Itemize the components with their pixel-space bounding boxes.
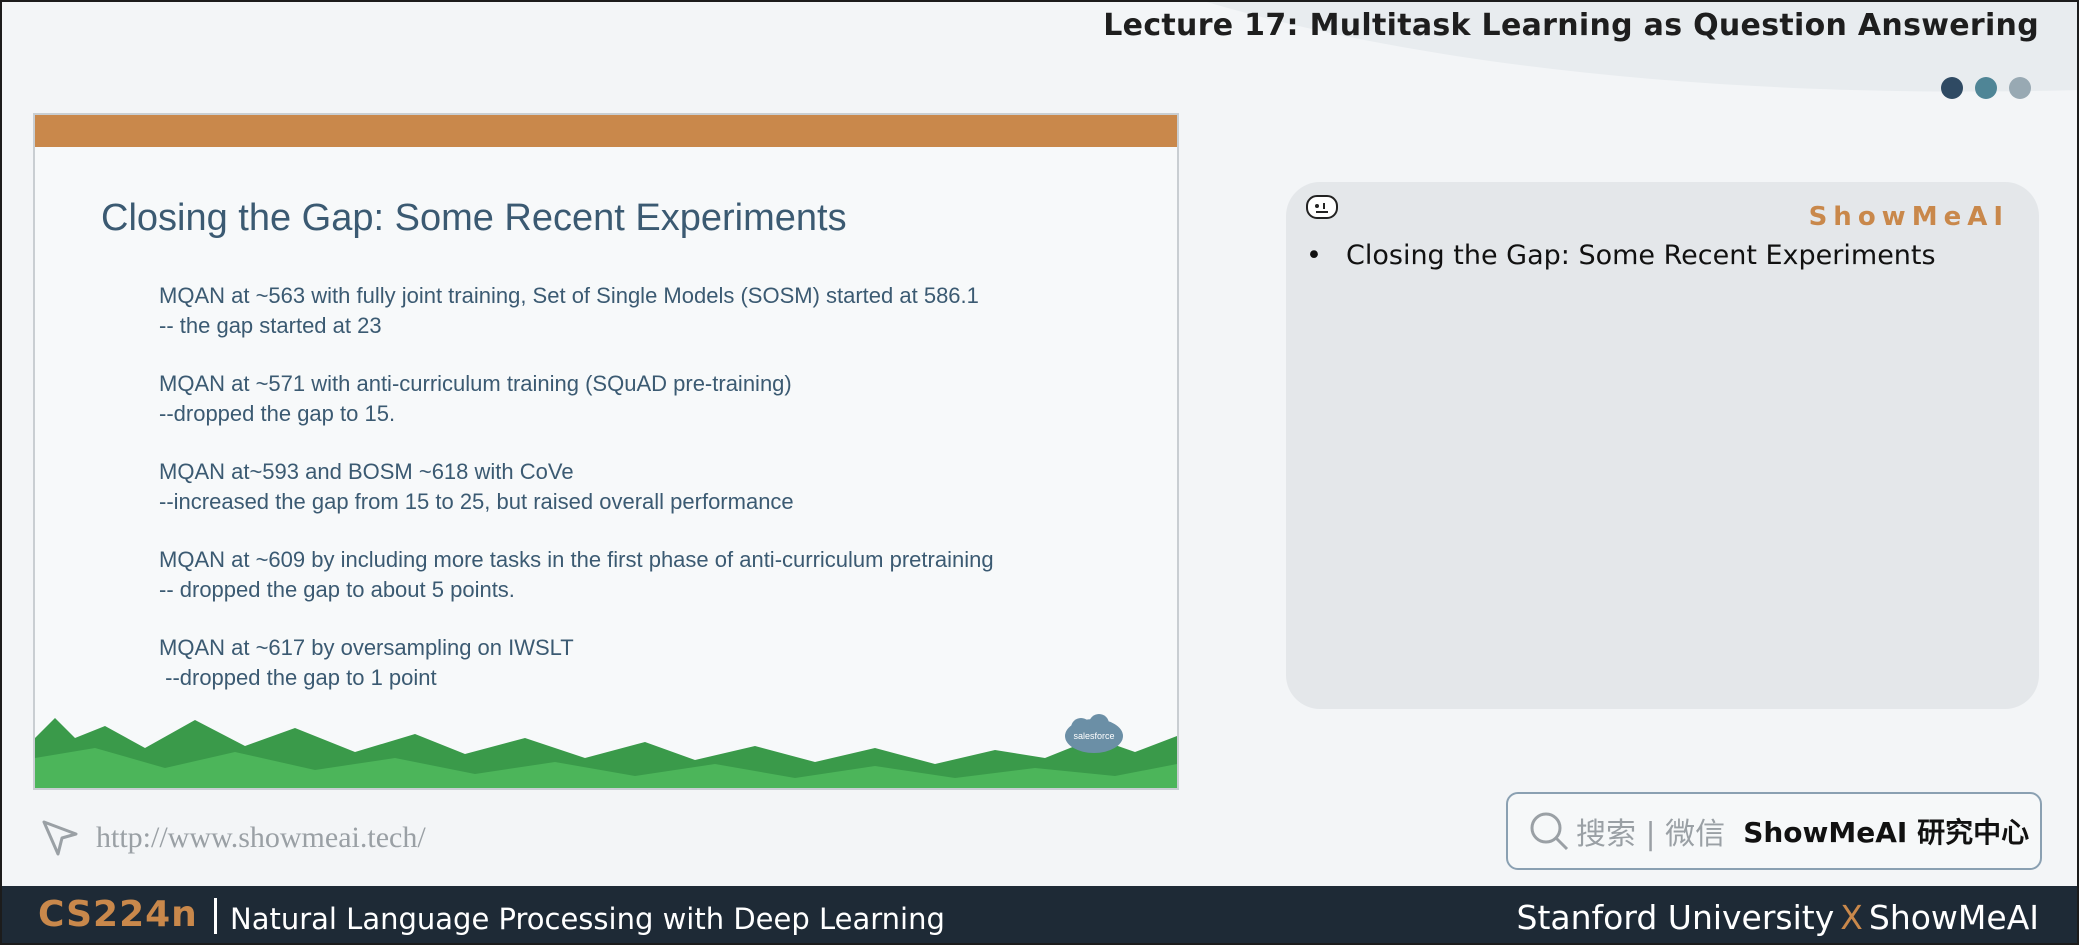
url-link[interactable]: http://www.showmeai.tech/	[96, 821, 426, 855]
cursor-icon	[42, 820, 78, 856]
notes-brand: ShowMeAI	[1808, 202, 2009, 232]
bullet-line: MQAN at~593 and BOSM ~618 with CoVe	[159, 459, 574, 484]
footer-divider	[214, 898, 217, 934]
footer-org-right: ShowMeAI	[1868, 898, 2039, 937]
notes-panel: ShowMeAI • Closing the Gap: Some Recent E…	[1286, 182, 2039, 709]
svg-text:salesforce: salesforce	[1073, 731, 1114, 741]
bullet-line: MQAN at ~571 with anti-curriculum traini…	[159, 371, 792, 396]
search-placeholder: 搜索 | 微信	[1576, 817, 1726, 852]
bullet-icon: •	[1306, 240, 1322, 271]
slide-bullet: MQAN at ~617 by oversampling on IWSLT --…	[159, 633, 1119, 693]
robot-icon	[1306, 195, 1338, 219]
slide-accent-bar	[35, 115, 1177, 147]
bullet-line: --increased the gap from 15 to 25, but r…	[159, 489, 794, 514]
slide-bullet: MQAN at~593 and BOSM ~618 with CoVe --in…	[159, 457, 1119, 517]
bullet-line: MQAN at ~609 by including more tasks in …	[159, 547, 994, 572]
notes-item-text: Closing the Gap: Some Recent Experiments	[1346, 240, 1936, 271]
search-box[interactable]: 搜索 | 微信 ShowMeAI 研究中心	[1506, 792, 2042, 870]
dot-3	[2009, 77, 2031, 99]
slide-bullet: MQAN at ~571 with anti-curriculum traini…	[159, 369, 1119, 429]
bullet-line: --dropped the gap to 1 point	[159, 665, 437, 690]
salesforce-logo: salesforce	[1065, 714, 1123, 753]
course-code: CS224n	[38, 894, 198, 935]
notes-item: • Closing the Gap: Some Recent Experiment…	[1306, 240, 1936, 271]
footer-bar: CS224n Natural Language Processing with …	[0, 886, 2079, 945]
bullet-line: MQAN at ~563 with fully joint training, …	[159, 283, 979, 308]
footer-org-left: Stanford University	[1516, 898, 1835, 937]
page-dots	[1941, 77, 2031, 99]
slide-image: Closing the Gap: Some Recent Experiments…	[33, 113, 1179, 790]
footer-x: X	[1840, 898, 1863, 937]
search-brand: ShowMeAI 研究中心	[1743, 816, 2030, 849]
bullet-line: --dropped the gap to 15.	[159, 401, 396, 426]
slide-title: Closing the Gap: Some Recent Experiments	[101, 197, 847, 239]
slide-bullet: MQAN at ~609 by including more tasks in …	[159, 545, 1119, 605]
bullet-line: -- dropped the gap to about 5 points.	[159, 577, 515, 602]
bullet-line: MQAN at ~617 by oversampling on IWSLT	[159, 635, 574, 660]
dot-2	[1975, 77, 1997, 99]
slide-bullet: MQAN at ~563 with fully joint training, …	[159, 281, 1119, 341]
course-name: Natural Language Processing with Deep Le…	[230, 902, 945, 936]
forest-illustration	[35, 718, 1177, 788]
dot-1	[1941, 77, 1963, 99]
footer-orgs: Stanford University X ShowMeAI	[1517, 898, 2039, 937]
lecture-frame: Lecture 17: Multitask Learning as Questi…	[0, 0, 2079, 945]
url-row[interactable]: http://www.showmeai.tech/	[38, 816, 426, 860]
lecture-title: Lecture 17: Multitask Learning as Questi…	[1103, 8, 2039, 43]
slide-bullets: MQAN at ~563 with fully joint training, …	[159, 281, 1119, 721]
search-icon	[1530, 812, 1569, 851]
bullet-line: -- the gap started at 23	[159, 313, 382, 338]
